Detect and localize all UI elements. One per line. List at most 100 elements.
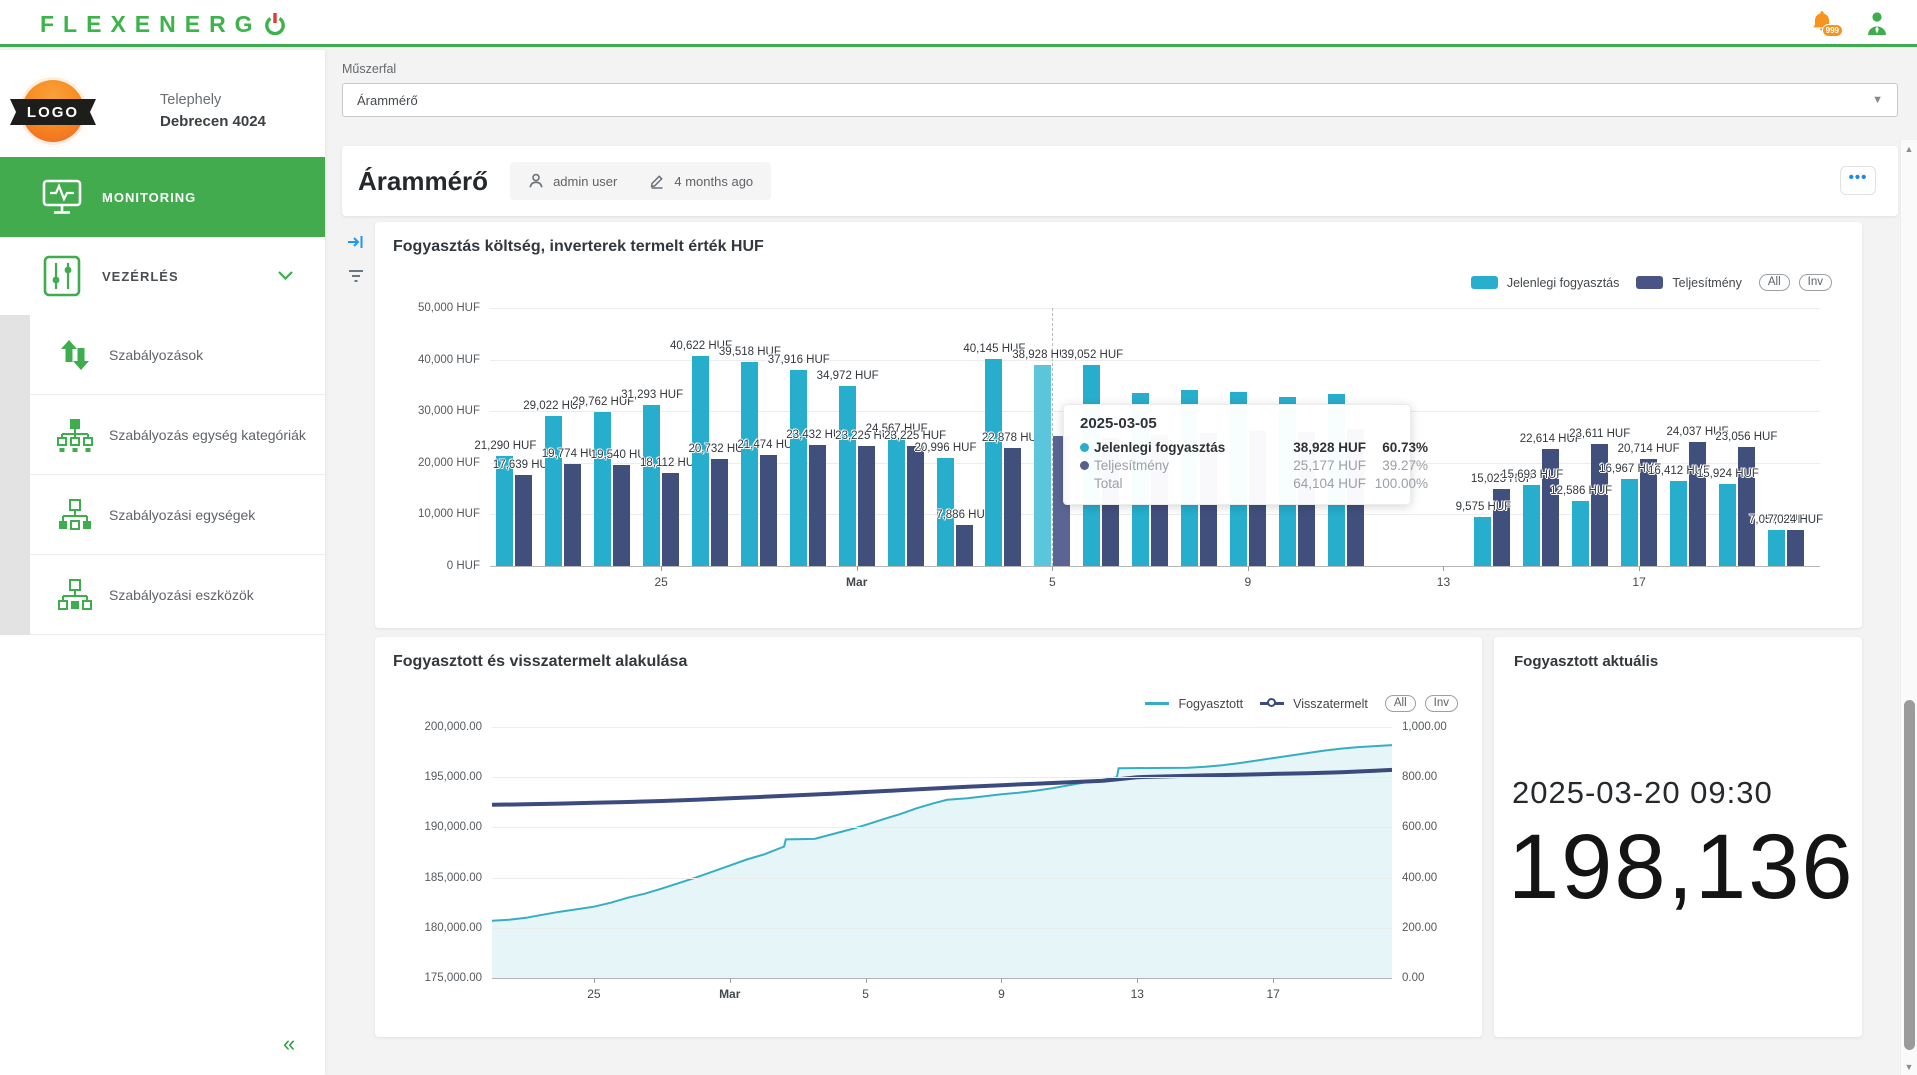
- bar-teljesitmeny[interactable]: [1689, 442, 1706, 566]
- notifications-button[interactable]: 999: [1809, 9, 1839, 39]
- bar-teljesitmeny[interactable]: [1004, 448, 1021, 566]
- filter-pill-inv[interactable]: Inv: [1799, 274, 1832, 291]
- sidebar-item-szabalyozasok[interactable]: Szabályozások: [30, 315, 325, 395]
- site-label: Telephely: [160, 90, 266, 111]
- bar-teljesitmeny[interactable]: [809, 445, 826, 566]
- bar-fogyasztas[interactable]: [545, 416, 562, 566]
- bar-teljesitmeny[interactable]: [564, 464, 581, 566]
- bar-fogyasztas[interactable]: [985, 359, 1002, 566]
- x-tick-mark: [1639, 566, 1640, 571]
- bar-fogyasztas[interactable]: [643, 405, 660, 567]
- pencil-icon: [649, 173, 665, 189]
- sidebar-item-egysegek[interactable]: Szabályozási egységek: [30, 475, 325, 555]
- x-tick-mark: [1052, 566, 1053, 571]
- x-tick-mark: [1137, 978, 1138, 983]
- filter-pill-all[interactable]: All: [1385, 695, 1416, 712]
- y-axis-label: 20,000 HUF: [380, 457, 480, 469]
- sidebar-item-kategoriak[interactable]: Szabályozás egység kategóriák: [30, 395, 325, 475]
- bar-fogyasztas[interactable]: [594, 412, 611, 566]
- legend-label[interactable]: Fogyasztott: [1178, 697, 1243, 711]
- legend-label[interactable]: Visszatermelt: [1293, 697, 1368, 711]
- bar-fogyasztas[interactable]: [1572, 501, 1589, 566]
- filter-pill-all[interactable]: All: [1759, 274, 1790, 291]
- bar-chart-card: Fogyasztás költség, inverterek termelt é…: [375, 222, 1862, 628]
- chevron-down-icon[interactable]: [278, 267, 293, 285]
- topbar: FLEXENERG 999: [0, 0, 1917, 47]
- legend-line-fogyasztott[interactable]: [1145, 702, 1169, 705]
- bar-fogyasztas[interactable]: [741, 362, 758, 566]
- gridline: [492, 978, 1392, 979]
- x-axis-label: 25: [654, 575, 667, 589]
- bar-fogyasztas[interactable]: [790, 370, 807, 566]
- bar-fogyasztas[interactable]: [496, 456, 513, 566]
- bar-value-label: 7,886 HUF: [936, 509, 992, 521]
- line-chart-svg: [492, 727, 1392, 978]
- right-axis-label: 200.00: [1402, 922, 1502, 934]
- legend-line-visszatermelt[interactable]: [1260, 702, 1284, 705]
- line-chart-plot[interactable]: [492, 727, 1392, 978]
- dashboard-select[interactable]: Árammérő ▼: [342, 83, 1898, 117]
- scrollbar-up-arrow[interactable]: ▲: [1901, 144, 1917, 154]
- bar-teljesitmeny[interactable]: [1787, 530, 1804, 566]
- bar-chart-title: Fogyasztás költség, inverterek termelt é…: [393, 238, 764, 256]
- panel-current-value: 198,136: [1508, 815, 1855, 920]
- bar-fogyasztas[interactable]: [1474, 517, 1491, 566]
- bar-teljesitmeny[interactable]: [1738, 447, 1755, 566]
- gridline: [492, 827, 1392, 828]
- series-dot: [1080, 461, 1089, 470]
- brand-text: FLEXENERG: [40, 11, 262, 38]
- bar-fogyasztas[interactable]: [1523, 485, 1540, 566]
- legend-swatch-teljesitmeny[interactable]: [1636, 276, 1663, 289]
- bar-fogyasztas[interactable]: [1621, 479, 1638, 567]
- scrollbar-thumb[interactable]: [1904, 700, 1915, 1050]
- x-tick-mark: [1248, 566, 1249, 571]
- bar-teljesitmeny[interactable]: [515, 475, 532, 566]
- bar-teljesitmeny[interactable]: [858, 446, 875, 566]
- sidebar-item-monitoring[interactable]: MONITORING: [0, 157, 325, 237]
- site-name: Debrecen 4024: [160, 111, 266, 133]
- x-axis-label: 9: [998, 987, 1005, 1001]
- main-content: Műszerfal Árammérő ▼ Árammérő admin user…: [325, 50, 1917, 1075]
- bar-fogyasztas[interactable]: [692, 356, 709, 566]
- page-scrollbar[interactable]: ▲ ▼: [1900, 140, 1917, 1075]
- bar-fogyasztas[interactable]: [839, 386, 856, 567]
- company-logo: LOGO: [14, 72, 92, 150]
- bar-teljesitmeny[interactable]: [956, 525, 973, 566]
- y-axis-label: 10,000 HUF: [380, 508, 480, 520]
- bar-fogyasztas[interactable]: [1768, 530, 1785, 566]
- sidebar-item-label: MONITORING: [102, 190, 196, 205]
- sliders-icon: [40, 255, 84, 297]
- gridline: [492, 878, 1392, 879]
- bar-teljesitmeny[interactable]: [907, 446, 924, 566]
- user-icon[interactable]: [1865, 11, 1889, 37]
- bar-fogyasztas[interactable]: [1719, 484, 1736, 566]
- sidebar-item-vezerles[interactable]: VEZÉRLÉS: [0, 237, 325, 315]
- chevron-down-icon: ▼: [1872, 94, 1883, 106]
- bar-value-label: 39,052 HUF: [1061, 349, 1123, 361]
- bar-teljesitmeny[interactable]: [1542, 449, 1559, 566]
- person-icon: [528, 173, 544, 189]
- legend-swatch-fogyasztas[interactable]: [1471, 276, 1498, 289]
- bar-teljesitmeny[interactable]: [662, 473, 679, 567]
- legend-label[interactable]: Jelenlegi fogyasztás: [1507, 276, 1620, 290]
- bar-teljesitmeny[interactable]: [711, 459, 728, 566]
- bar-fogyasztas[interactable]: [1034, 365, 1051, 566]
- x-axis-label: 17: [1632, 575, 1645, 589]
- filter-icon[interactable]: [348, 269, 364, 288]
- bar-value-label: 20,996 HUF: [914, 442, 976, 454]
- sidebar-collapse-button[interactable]: «: [283, 1031, 295, 1057]
- more-options-button[interactable]: •••: [1840, 166, 1876, 195]
- bar-teljesitmeny[interactable]: [613, 465, 630, 566]
- notification-badge: 999: [1822, 24, 1843, 37]
- sidebar-item-label: Szabályozások: [109, 347, 203, 363]
- legend-label[interactable]: Teljesítmény: [1672, 276, 1741, 290]
- collapse-panel-icon[interactable]: [347, 234, 365, 255]
- sidebar-item-eszkozok[interactable]: Szabályozási eszközök: [30, 555, 325, 635]
- bar-teljesitmeny[interactable]: [760, 455, 777, 566]
- scrollbar-down-arrow[interactable]: ▼: [1901, 1062, 1917, 1072]
- left-axis-label: 185,000.00: [382, 872, 482, 884]
- x-tick-mark: [857, 566, 858, 571]
- bar-fogyasztas[interactable]: [1670, 481, 1687, 566]
- filter-pill-inv[interactable]: Inv: [1425, 695, 1458, 712]
- bar-fogyasztas[interactable]: [888, 439, 905, 566]
